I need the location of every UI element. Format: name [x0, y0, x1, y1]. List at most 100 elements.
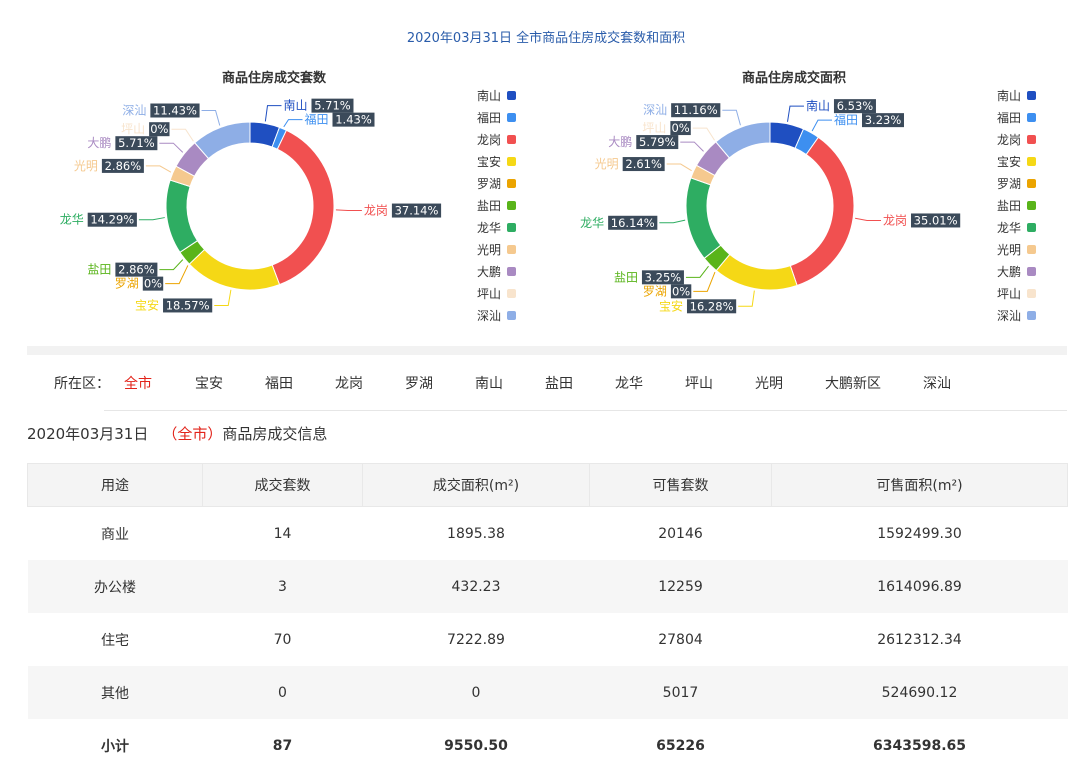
legend-item-e58d97e5b1b1[interactable]: 南山 — [477, 88, 516, 103]
legend-label: 福田 — [997, 110, 1021, 125]
cell-usage: 住宅 — [101, 632, 129, 649]
info-date: 2020年03月31日 — [27, 425, 149, 443]
legend-item-e7bd97e6b996[interactable]: 罗湖 — [477, 176, 516, 191]
donut-label-e59daae5b1b1: 坪山 0% — [121, 122, 170, 137]
label-name: 南山 — [806, 98, 830, 113]
header-usage: 用途 — [27, 463, 203, 507]
filter-item-yantian[interactable]: 盐田 — [545, 373, 573, 393]
donut-label-e9be99e58d8e: 龙华 16.14% — [580, 215, 658, 230]
legend-item-e6b7b1e6b195[interactable]: 深汕 — [477, 309, 516, 323]
cell-deal-area: 0 — [362, 666, 590, 719]
legend-label: 龙华 — [997, 221, 1021, 235]
cell-available-area: 524690.12 — [771, 666, 1068, 719]
legend-swatch — [1027, 267, 1036, 276]
cell-usage: 商业 — [101, 526, 129, 543]
legend-item-e9be99e5b297[interactable]: 龙岗 — [997, 133, 1036, 147]
donut-label-e5a4a7e9b98f: 大鹏 5.79% — [608, 135, 679, 150]
label-value: 18.57% — [166, 298, 210, 312]
table-row: 其他 0 0 5017 524690.12 — [27, 666, 1068, 719]
label-name: 深汕 — [643, 103, 667, 117]
label-name: 大鹏 — [608, 135, 632, 149]
legend-label: 南山 — [477, 88, 501, 103]
donut-slice-e5ae9de5ae89[interactable] — [715, 253, 798, 291]
label-leader-line — [693, 271, 716, 292]
label-name: 罗湖 — [115, 276, 139, 291]
label-leader-line — [159, 142, 184, 153]
filter-item-guangming[interactable]: 光明 — [755, 373, 783, 393]
donut-slice-e5ae9de5ae89[interactable] — [188, 248, 281, 291]
legend-item-e5ae9de5ae89[interactable]: 宝安 — [477, 154, 516, 169]
donut-chart-area-svg: 商品住房成交面积南山 6.53%福田 3.23%龙岗 35.01%宝安 16.28%罗湖… — [580, 70, 1036, 323]
legend-label: 光明 — [477, 243, 501, 257]
info-paren-close: ） — [207, 425, 223, 443]
legend-item-e7bd97e6b996[interactable]: 罗湖 — [997, 176, 1036, 191]
legend-item-e6b7b1e6b195[interactable]: 深汕 — [997, 309, 1036, 323]
filter-item-baoan[interactable]: 宝安 — [195, 373, 223, 393]
legend-item-e5ae9de5ae89[interactable]: 宝安 — [997, 154, 1036, 169]
district-filter-label: 所在区： — [54, 376, 110, 392]
donut-label-e6b7b1e6b195: 深汕 11.16% — [643, 103, 721, 118]
legend-item-e58589e6988e[interactable]: 光明 — [477, 243, 516, 257]
label-name: 福田 — [304, 112, 328, 127]
filter-item-shenshan[interactable]: 深汕 — [923, 373, 951, 393]
legend-label: 深汕 — [997, 309, 1021, 323]
chart-title: 商品住房成交套数 — [222, 70, 327, 86]
filter-item-all[interactable]: 全市 — [124, 373, 152, 393]
cell-available-units: 5017 — [589, 666, 772, 719]
donut-slice-e9be99e58d8e[interactable] — [165, 179, 199, 253]
donut-slice-e9be99e5b297[interactable] — [271, 129, 335, 286]
table-row: 办公楼 3 432.23 12259 1614096.89 — [27, 560, 1068, 613]
legend-item-e5a4a7e9b98f[interactable]: 大鹏 — [477, 265, 516, 279]
legend-item-e79b90e794b0[interactable]: 盐田 — [997, 199, 1036, 213]
filter-item-longhua[interactable]: 龙华 — [615, 373, 643, 393]
cell-deal-area: 432.23 — [362, 560, 590, 613]
legend-item-e58589e6988e[interactable]: 光明 — [997, 243, 1036, 257]
label-leader-line — [855, 217, 882, 221]
donut-label-e58d97e5b1b1: 南山 6.53% — [806, 98, 876, 114]
label-leader-line — [659, 219, 686, 224]
total-deal-units: 87 — [272, 737, 293, 754]
legend-swatch — [1027, 91, 1036, 100]
donut-slice-e9be99e5b297[interactable] — [789, 136, 855, 287]
cell-available-area: 1592499.30 — [877, 525, 962, 542]
table-total-row: 小计 87 9550.50 65226 6343598.65 — [28, 719, 1068, 772]
chart-title: 商品住房成交面积 — [742, 70, 846, 86]
filter-item-pingshan[interactable]: 坪山 — [685, 373, 713, 393]
donut-label-e58589e6988e: 光明 2.61% — [595, 157, 665, 172]
legend-swatch — [507, 135, 516, 144]
legend-item-e7a68fe794b0[interactable]: 福田 — [477, 110, 516, 125]
legend-item-e58d97e5b1b1[interactable]: 南山 — [997, 88, 1036, 103]
label-value: 11.43% — [153, 104, 197, 118]
filter-item-longgang[interactable]: 龙岗 — [335, 373, 363, 393]
legend-item-e5a4a7e9b98f[interactable]: 大鹏 — [997, 265, 1036, 279]
filter-item-dapeng[interactable]: 大鹏新区 — [825, 373, 881, 393]
donut-label-e5ae9de5ae89: 宝安 16.28% — [659, 298, 737, 314]
filter-item-luohu[interactable]: 罗湖 — [405, 373, 433, 393]
legend-item-e9be99e58d8e[interactable]: 龙华 — [477, 221, 516, 235]
donut-slice-e9be99e58d8e[interactable] — [685, 177, 722, 260]
label-value: 35.01% — [914, 213, 958, 227]
cell-deal-units: 3 — [202, 560, 363, 613]
info-area: 全市 — [177, 425, 208, 443]
label-value: 5.71% — [314, 99, 351, 113]
header-deal-units: 成交套数 — [202, 463, 363, 507]
donut-chart-units: 商品住房成交套数 南山 5.71% 福田 1.43% 龙岗 37.14% 宝安 18.57% 罗湖… — [0, 62, 546, 342]
legend-item-e59daae5b1b1[interactable]: 坪山 — [477, 287, 516, 301]
legend-item-e59daae5b1b1[interactable]: 坪山 — [997, 287, 1036, 301]
legend-item-e9be99e5b297[interactable]: 龙岗 — [477, 133, 516, 147]
filter-underline — [104, 410, 1067, 411]
label-value: 1.43% — [335, 113, 372, 127]
label-name: 宝安 — [659, 298, 683, 313]
legend-swatch — [507, 201, 516, 210]
label-name: 坪山 — [121, 122, 145, 136]
filter-item-nanshan[interactable]: 南山 — [475, 373, 503, 393]
label-value: 37.14% — [395, 204, 439, 218]
cell-usage: 办公楼 — [27, 560, 203, 613]
legend-item-e7a68fe794b0[interactable]: 福田 — [997, 110, 1036, 125]
legend-item-e9be99e58d8e[interactable]: 龙华 — [997, 221, 1036, 235]
table-row: 商业 14 1895.38 20146 1592499.30 — [28, 507, 1068, 561]
legend-item-e79b90e794b0[interactable]: 盐田 — [477, 199, 516, 213]
filter-item-futian[interactable]: 福田 — [265, 373, 293, 393]
header-deal-area: 成交面积(m²) — [362, 463, 590, 507]
total-available-area: 6343598.65 — [873, 737, 966, 754]
